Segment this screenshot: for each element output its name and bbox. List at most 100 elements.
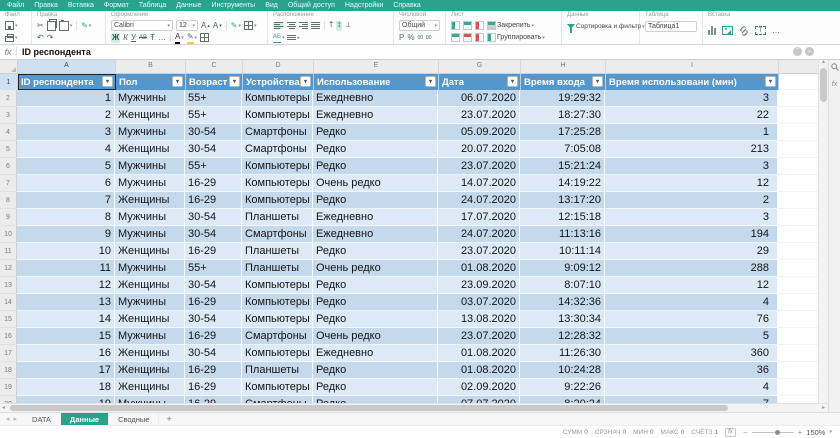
cell[interactable]: 07.07.2020	[438, 396, 520, 403]
cell[interactable]: Ежедневно	[313, 209, 438, 226]
insert-more-button[interactable]: …	[772, 26, 780, 36]
wrap-text-button[interactable]: АБ ▾	[273, 32, 284, 43]
more-format-button[interactable]: …	[158, 33, 166, 43]
cell[interactable]: 20.07.2020	[438, 141, 520, 158]
cell[interactable]: 55+	[185, 107, 242, 124]
cell[interactable]: 16-29	[185, 362, 242, 379]
filter-button[interactable]: ▾	[507, 76, 518, 87]
cell[interactable]: Компьютеры	[242, 379, 313, 396]
cell[interactable]: 76	[605, 311, 778, 328]
cell[interactable]: Смартфоны	[242, 328, 313, 345]
cell[interactable]: 7:05:08	[520, 141, 605, 158]
underline-button[interactable]: У	[131, 33, 136, 43]
cell[interactable]: 30-54	[185, 311, 242, 328]
cell[interactable]: 288	[605, 260, 778, 277]
cell[interactable]: 05.09.2020	[438, 124, 520, 141]
increase-decimal-button[interactable]: 00	[426, 33, 432, 43]
cell[interactable]: 24.07.2020	[438, 192, 520, 209]
vertical-scroll-thumb[interactable]	[820, 68, 827, 102]
cell[interactable]: Редко	[313, 243, 438, 260]
cell[interactable]: 14	[17, 311, 115, 328]
cell[interactable]: 11:13:16	[520, 226, 605, 243]
row-number[interactable]: 17	[0, 345, 17, 362]
cell[interactable]: 5	[17, 158, 115, 175]
cell[interactable]: 16-29	[185, 379, 242, 396]
cell[interactable]: 3	[605, 90, 778, 107]
cell[interactable]: 30-54	[185, 345, 242, 362]
number-format-select[interactable]: Общий ▾	[399, 20, 440, 31]
insert-link-button[interactable]	[739, 25, 749, 36]
row-number[interactable]: 15	[0, 311, 17, 328]
cell[interactable]: Очень редко	[313, 328, 438, 345]
table-name-input[interactable]: Таблица1	[645, 21, 697, 32]
cell[interactable]: 16-29	[185, 175, 242, 192]
cell[interactable]: Редко	[313, 379, 438, 396]
cell[interactable]: Очень редко	[313, 175, 438, 192]
cell[interactable]: Ежедневно	[313, 107, 438, 124]
cell[interactable]: 18	[17, 379, 115, 396]
table-header-cell[interactable]: Возраст ▾	[186, 74, 243, 90]
indent-button[interactable]: ▸	[287, 33, 300, 43]
cell[interactable]: Мужчины	[115, 396, 185, 403]
cell[interactable]: Смартфоны	[242, 226, 313, 243]
next-sheet-icon[interactable]: ▸	[14, 415, 18, 423]
cell[interactable]: Планшеты	[242, 362, 313, 379]
cell[interactable]: Мужчины	[115, 328, 185, 345]
cell[interactable]: 8	[17, 209, 115, 226]
row-number[interactable]: 6	[0, 158, 17, 175]
cell[interactable]: 3	[605, 158, 778, 175]
table-header-cell[interactable]: Дата ▾	[439, 74, 521, 90]
filter-button[interactable]: ▾	[425, 76, 436, 87]
horizontal-scrollbar[interactable]: ◂ ▸	[0, 403, 828, 412]
cell[interactable]: 6	[17, 175, 115, 192]
cell[interactable]: 11	[17, 260, 115, 277]
cell[interactable]: 03.07.2020	[438, 294, 520, 311]
bold-button[interactable]: Ж	[111, 32, 121, 43]
cell[interactable]: 18:27:30	[520, 107, 605, 124]
group-button[interactable]: Группировать ▾	[487, 33, 545, 43]
cell[interactable]: Очень редко	[313, 260, 438, 277]
cell[interactable]: 2	[605, 192, 778, 209]
cell[interactable]: Компьютеры	[242, 107, 313, 124]
cell[interactable]: 13:30:34	[520, 311, 605, 328]
vertical-scrollbar[interactable]: ▴	[818, 58, 828, 403]
column-header-H[interactable]: H	[521, 58, 606, 73]
currency-button[interactable]: Р	[399, 33, 404, 43]
row-number[interactable]: 8	[0, 192, 17, 209]
cell[interactable]: 01.08.2020	[438, 362, 520, 379]
cell[interactable]: 01.08.2020	[438, 345, 520, 362]
menu-item[interactable]: Файл	[2, 0, 29, 11]
menu-item[interactable]: Формат	[99, 0, 134, 11]
cell[interactable]: 1	[17, 90, 115, 107]
menu-item[interactable]: Надстройки	[340, 0, 388, 11]
cell[interactable]: Редко	[313, 277, 438, 294]
horizontal-scroll-thumb[interactable]	[10, 405, 728, 411]
paste-button[interactable]: ▾	[58, 19, 72, 31]
cell[interactable]: 23.09.2020	[438, 277, 520, 294]
copy-button[interactable]	[46, 18, 57, 31]
cell[interactable]: 13:17:20	[520, 192, 605, 209]
cell[interactable]: 13.08.2020	[438, 311, 520, 328]
menu-item[interactable]: Общий доступ	[283, 0, 340, 11]
cell[interactable]: 12	[605, 175, 778, 192]
decrease-decimal-button[interactable]: 00	[417, 33, 423, 43]
filter-button[interactable]: ▾	[229, 76, 240, 87]
cell[interactable]: Женщины	[115, 141, 185, 158]
menu-item[interactable]: Таблица	[134, 0, 171, 11]
save-button[interactable]: ▾	[5, 21, 18, 31]
cell[interactable]: Редко	[313, 124, 438, 141]
cell[interactable]: Мужчины	[115, 90, 185, 107]
cell[interactable]: 12:28:32	[520, 328, 605, 345]
cell[interactable]: Женщины	[115, 362, 185, 379]
highlight-color-button[interactable]: ✎ ▾	[186, 32, 197, 44]
cell[interactable]: 24.07.2020	[438, 226, 520, 243]
cell[interactable]: Планшеты	[242, 260, 313, 277]
row-number[interactable]: 12	[0, 260, 17, 277]
cell[interactable]: 16-29	[185, 294, 242, 311]
cell[interactable]: 23.07.2020	[438, 158, 520, 175]
cell[interactable]: 30-54	[185, 124, 242, 141]
cell[interactable]: 16-29	[185, 192, 242, 209]
freeze-panes-button[interactable]: Закрепить ▾	[487, 21, 534, 31]
cell[interactable]: 30-54	[185, 277, 242, 294]
cell[interactable]: Женщины	[115, 277, 185, 294]
